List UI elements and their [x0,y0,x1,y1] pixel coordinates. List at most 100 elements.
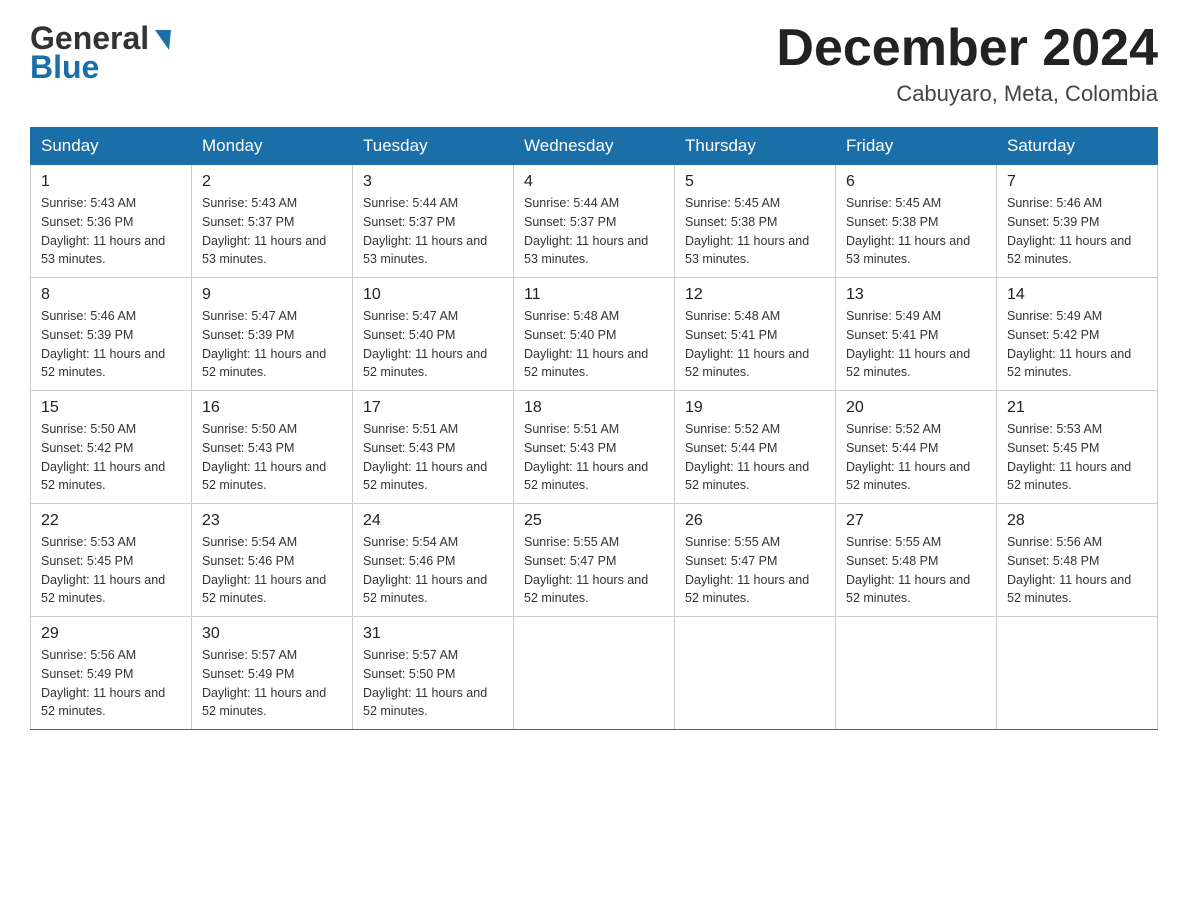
day-info: Sunrise: 5:45 AM Sunset: 5:38 PM Dayligh… [685,194,825,269]
day-cell: 21 Sunrise: 5:53 AM Sunset: 5:45 PM Dayl… [997,391,1158,504]
day-cell: 14 Sunrise: 5:49 AM Sunset: 5:42 PM Dayl… [997,278,1158,391]
day-cell [675,617,836,730]
day-info: Sunrise: 5:57 AM Sunset: 5:49 PM Dayligh… [202,646,342,721]
day-info: Sunrise: 5:49 AM Sunset: 5:41 PM Dayligh… [846,307,986,382]
day-header-friday: Friday [836,128,997,165]
day-cell [514,617,675,730]
day-info: Sunrise: 5:56 AM Sunset: 5:49 PM Dayligh… [41,646,181,721]
day-cell: 6 Sunrise: 5:45 AM Sunset: 5:38 PM Dayli… [836,165,997,278]
day-info: Sunrise: 5:57 AM Sunset: 5:50 PM Dayligh… [363,646,503,721]
day-cell: 24 Sunrise: 5:54 AM Sunset: 5:46 PM Dayl… [353,504,514,617]
day-info: Sunrise: 5:50 AM Sunset: 5:43 PM Dayligh… [202,420,342,495]
logo: General Blue [30,20,171,86]
day-number: 24 [363,512,503,530]
day-info: Sunrise: 5:43 AM Sunset: 5:37 PM Dayligh… [202,194,342,269]
day-number: 21 [1007,399,1147,417]
day-cell: 29 Sunrise: 5:56 AM Sunset: 5:49 PM Dayl… [31,617,192,730]
day-number: 15 [41,399,181,417]
day-header-monday: Monday [192,128,353,165]
day-number: 28 [1007,512,1147,530]
week-row-3: 15 Sunrise: 5:50 AM Sunset: 5:42 PM Dayl… [31,391,1158,504]
day-number: 14 [1007,286,1147,304]
day-cell: 18 Sunrise: 5:51 AM Sunset: 5:43 PM Dayl… [514,391,675,504]
day-number: 27 [846,512,986,530]
day-cell [836,617,997,730]
day-info: Sunrise: 5:44 AM Sunset: 5:37 PM Dayligh… [524,194,664,269]
day-number: 18 [524,399,664,417]
day-cell: 17 Sunrise: 5:51 AM Sunset: 5:43 PM Dayl… [353,391,514,504]
day-cell: 20 Sunrise: 5:52 AM Sunset: 5:44 PM Dayl… [836,391,997,504]
day-info: Sunrise: 5:55 AM Sunset: 5:47 PM Dayligh… [524,533,664,608]
day-info: Sunrise: 5:55 AM Sunset: 5:48 PM Dayligh… [846,533,986,608]
week-row-5: 29 Sunrise: 5:56 AM Sunset: 5:49 PM Dayl… [31,617,1158,730]
day-number: 19 [685,399,825,417]
day-number: 26 [685,512,825,530]
day-number: 3 [363,173,503,191]
day-cell: 2 Sunrise: 5:43 AM Sunset: 5:37 PM Dayli… [192,165,353,278]
day-info: Sunrise: 5:53 AM Sunset: 5:45 PM Dayligh… [41,533,181,608]
day-cell: 22 Sunrise: 5:53 AM Sunset: 5:45 PM Dayl… [31,504,192,617]
day-info: Sunrise: 5:51 AM Sunset: 5:43 PM Dayligh… [363,420,503,495]
logo-icon-area [151,30,171,48]
day-info: Sunrise: 5:46 AM Sunset: 5:39 PM Dayligh… [41,307,181,382]
day-number: 6 [846,173,986,191]
day-number: 23 [202,512,342,530]
day-info: Sunrise: 5:52 AM Sunset: 5:44 PM Dayligh… [685,420,825,495]
title-section: December 2024 Cabuyaro, Meta, Colombia [776,20,1158,107]
day-info: Sunrise: 5:54 AM Sunset: 5:46 PM Dayligh… [202,533,342,608]
day-info: Sunrise: 5:52 AM Sunset: 5:44 PM Dayligh… [846,420,986,495]
day-cell: 27 Sunrise: 5:55 AM Sunset: 5:48 PM Dayl… [836,504,997,617]
day-cell: 26 Sunrise: 5:55 AM Sunset: 5:47 PM Dayl… [675,504,836,617]
day-number: 12 [685,286,825,304]
day-cell: 30 Sunrise: 5:57 AM Sunset: 5:49 PM Dayl… [192,617,353,730]
day-number: 30 [202,625,342,643]
day-info: Sunrise: 5:54 AM Sunset: 5:46 PM Dayligh… [363,533,503,608]
day-header-saturday: Saturday [997,128,1158,165]
day-cell: 9 Sunrise: 5:47 AM Sunset: 5:39 PM Dayli… [192,278,353,391]
day-number: 11 [524,286,664,304]
day-number: 8 [41,286,181,304]
day-cell: 19 Sunrise: 5:52 AM Sunset: 5:44 PM Dayl… [675,391,836,504]
day-cell: 3 Sunrise: 5:44 AM Sunset: 5:37 PM Dayli… [353,165,514,278]
day-cell: 1 Sunrise: 5:43 AM Sunset: 5:36 PM Dayli… [31,165,192,278]
day-number: 31 [363,625,503,643]
day-number: 29 [41,625,181,643]
day-cell [997,617,1158,730]
day-cell: 28 Sunrise: 5:56 AM Sunset: 5:48 PM Dayl… [997,504,1158,617]
day-info: Sunrise: 5:55 AM Sunset: 5:47 PM Dayligh… [685,533,825,608]
day-info: Sunrise: 5:43 AM Sunset: 5:36 PM Dayligh… [41,194,181,269]
day-info: Sunrise: 5:44 AM Sunset: 5:37 PM Dayligh… [363,194,503,269]
day-info: Sunrise: 5:46 AM Sunset: 5:39 PM Dayligh… [1007,194,1147,269]
day-cell: 7 Sunrise: 5:46 AM Sunset: 5:39 PM Dayli… [997,165,1158,278]
day-number: 2 [202,173,342,191]
day-number: 17 [363,399,503,417]
day-cell: 5 Sunrise: 5:45 AM Sunset: 5:38 PM Dayli… [675,165,836,278]
day-info: Sunrise: 5:53 AM Sunset: 5:45 PM Dayligh… [1007,420,1147,495]
day-header-thursday: Thursday [675,128,836,165]
day-cell: 25 Sunrise: 5:55 AM Sunset: 5:47 PM Dayl… [514,504,675,617]
page-header: General Blue December 2024 Cabuyaro, Met… [30,20,1158,107]
day-number: 16 [202,399,342,417]
day-info: Sunrise: 5:48 AM Sunset: 5:41 PM Dayligh… [685,307,825,382]
day-number: 13 [846,286,986,304]
day-number: 9 [202,286,342,304]
day-cell: 11 Sunrise: 5:48 AM Sunset: 5:40 PM Dayl… [514,278,675,391]
day-cell: 15 Sunrise: 5:50 AM Sunset: 5:42 PM Dayl… [31,391,192,504]
day-header-sunday: Sunday [31,128,192,165]
logo-arrow-icon [155,30,171,50]
day-info: Sunrise: 5:47 AM Sunset: 5:39 PM Dayligh… [202,307,342,382]
day-number: 10 [363,286,503,304]
day-info: Sunrise: 5:51 AM Sunset: 5:43 PM Dayligh… [524,420,664,495]
day-number: 5 [685,173,825,191]
day-number: 25 [524,512,664,530]
day-info: Sunrise: 5:47 AM Sunset: 5:40 PM Dayligh… [363,307,503,382]
logo-blue-area: Blue [30,49,99,86]
calendar-table: SundayMondayTuesdayWednesdayThursdayFrid… [30,127,1158,730]
week-row-4: 22 Sunrise: 5:53 AM Sunset: 5:45 PM Dayl… [31,504,1158,617]
day-number: 4 [524,173,664,191]
day-info: Sunrise: 5:49 AM Sunset: 5:42 PM Dayligh… [1007,307,1147,382]
day-cell: 4 Sunrise: 5:44 AM Sunset: 5:37 PM Dayli… [514,165,675,278]
day-number: 1 [41,173,181,191]
week-row-2: 8 Sunrise: 5:46 AM Sunset: 5:39 PM Dayli… [31,278,1158,391]
day-cell: 23 Sunrise: 5:54 AM Sunset: 5:46 PM Dayl… [192,504,353,617]
